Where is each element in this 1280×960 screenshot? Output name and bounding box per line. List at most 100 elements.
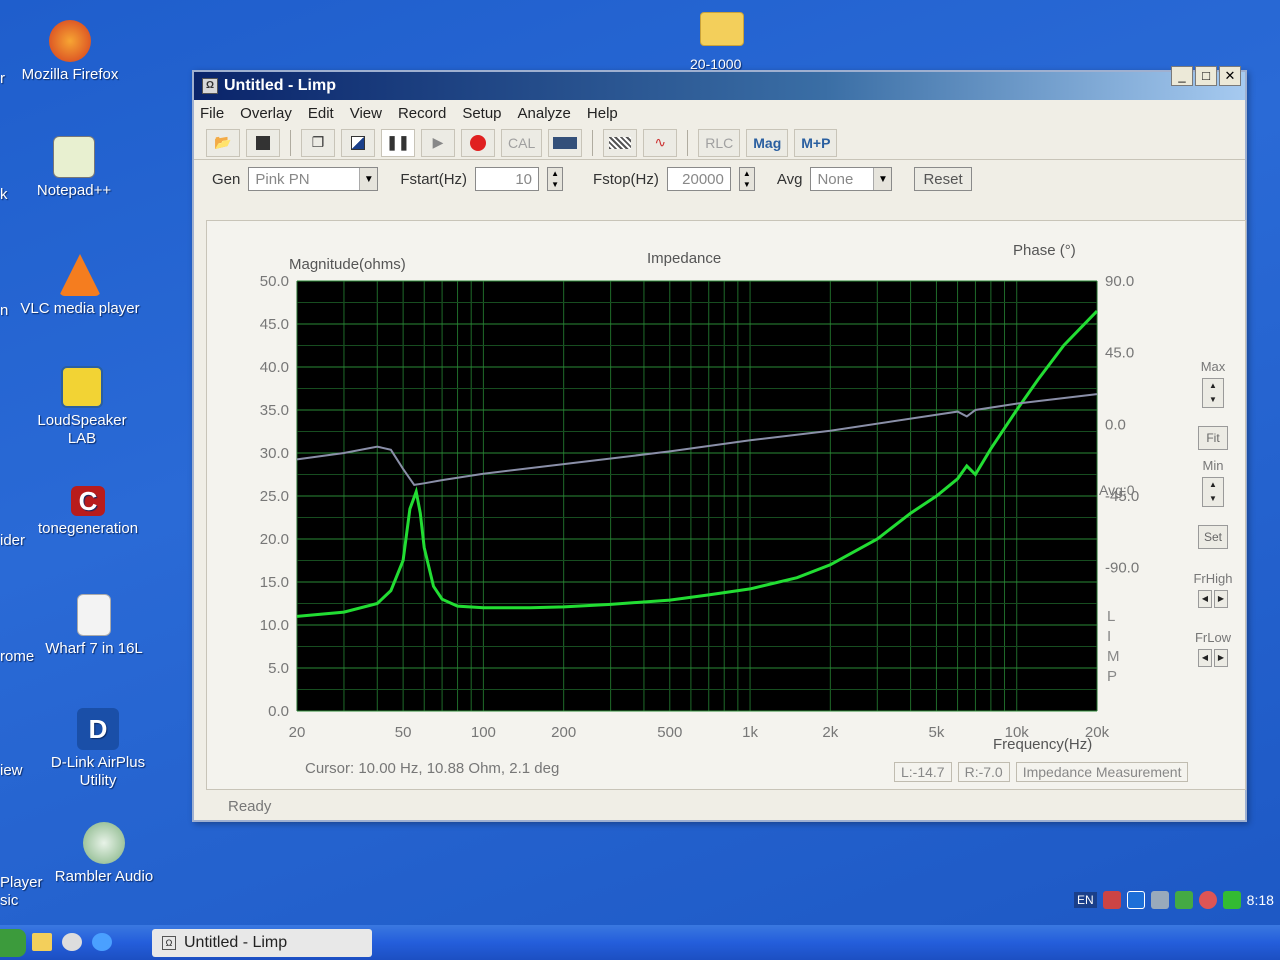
limp-side-text: LIMP bbox=[1107, 608, 1120, 685]
fit-button[interactable]: Fit bbox=[1198, 426, 1228, 450]
gen-value: Pink PN bbox=[255, 170, 310, 188]
gen-select[interactable]: Pink PN ▼ bbox=[248, 167, 379, 191]
edge-label: Player bbox=[0, 874, 43, 891]
quick-launch-folder-icon[interactable] bbox=[32, 933, 52, 951]
desktop-icon-label: Mozilla Firefox bbox=[21, 66, 119, 83]
record-icon bbox=[470, 134, 486, 151]
contrast-button[interactable] bbox=[341, 128, 375, 157]
y-tick-label: 25.0 bbox=[260, 488, 289, 505]
y-tick-label: 15.0 bbox=[260, 574, 289, 591]
antivirus-icon[interactable] bbox=[1174, 891, 1193, 909]
desktop-icon-rambler-audio[interactable]: Rambler Audio bbox=[44, 822, 164, 886]
menu-edit[interactable]: Edit bbox=[308, 105, 334, 122]
mag-button[interactable]: Mag bbox=[746, 128, 789, 157]
x-tick-label: 10k bbox=[1005, 724, 1030, 741]
desktop-icon-tonegeneration[interactable]: C tonegeneration bbox=[28, 486, 148, 538]
maximize-button[interactable]: □ bbox=[1195, 66, 1217, 86]
pause-icon: ❚❚ bbox=[386, 134, 410, 150]
fstop-value: 20000 bbox=[682, 170, 724, 188]
dropdown-arrow-icon[interactable]: ▼ bbox=[873, 168, 892, 190]
frhigh-stepper[interactable]: ◀ ▶ bbox=[1185, 590, 1241, 608]
window-titlebar[interactable]: Ω Untitled - Limp bbox=[194, 72, 1245, 100]
minimize-button[interactable]: _ bbox=[1171, 66, 1193, 86]
record-button[interactable] bbox=[461, 128, 495, 157]
taskbar-window-button[interactable]: Ω Untitled - Limp bbox=[152, 929, 372, 957]
desktop-icon-wharf[interactable]: Wharf 7 in 16L bbox=[34, 594, 154, 658]
min-spinner[interactable]: ▲ ▼ bbox=[1202, 477, 1224, 507]
fstop-spinner[interactable]: ▲ ▼ bbox=[738, 167, 755, 191]
desktop-icon-vlc[interactable]: VLC media player bbox=[20, 254, 140, 318]
menu-record[interactable]: Record bbox=[398, 105, 446, 122]
fstop-input[interactable]: 20000 bbox=[666, 167, 731, 191]
status-r-value: R:-7.0 bbox=[957, 762, 1010, 782]
cal-button[interactable]: CAL bbox=[501, 128, 543, 157]
desktop-icon-label: tonegeneration bbox=[37, 520, 139, 537]
fstart-spinner[interactable]: ▲ ▼ bbox=[547, 167, 564, 191]
frlow-stepper[interactable]: ◀ ▶ bbox=[1185, 649, 1241, 667]
desktop-icon-loudspeaker-lab[interactable]: LoudSpeaker LAB bbox=[22, 366, 142, 448]
menu-help[interactable]: Help bbox=[587, 105, 618, 122]
desktop-icon-label: Notepad++ bbox=[36, 182, 112, 199]
shield-icon[interactable] bbox=[1198, 891, 1217, 909]
save-button[interactable] bbox=[246, 128, 280, 157]
desktop-icon-firefox[interactable]: Mozilla Firefox bbox=[10, 20, 130, 84]
right-arrow-icon[interactable]: ▶ bbox=[1214, 590, 1228, 608]
quick-launch-ie-icon[interactable] bbox=[92, 933, 112, 951]
update-icon[interactable] bbox=[1222, 891, 1241, 909]
y2-tick-label: 90.0 bbox=[1105, 273, 1134, 290]
fstart-input[interactable]: 10 bbox=[475, 167, 540, 191]
monitor-icon bbox=[553, 136, 578, 149]
desktop-icon-dlink[interactable]: D D-Link AirPlus Utility bbox=[38, 708, 158, 790]
menu-overlay[interactable]: Overlay bbox=[240, 105, 292, 122]
max-spinner[interactable]: ▲ ▼ bbox=[1202, 378, 1224, 408]
edge-label: iew bbox=[0, 762, 23, 779]
folder-icon[interactable] bbox=[700, 12, 744, 46]
x-tick-label: 20k bbox=[1085, 724, 1110, 741]
copy-button[interactable]: ❐ bbox=[301, 128, 335, 157]
taskbar-window-label: Untitled - Limp bbox=[184, 934, 288, 951]
x-tick-label: 50 bbox=[395, 724, 412, 741]
play-button[interactable]: ▶ bbox=[421, 128, 455, 157]
left-arrow-icon[interactable]: ◀ bbox=[1198, 649, 1212, 667]
reset-button[interactable]: Reset bbox=[914, 167, 972, 191]
notepad-icon bbox=[53, 136, 95, 178]
open-button[interactable]: 📂 bbox=[206, 128, 240, 157]
frhigh-label: FrHigh bbox=[1193, 571, 1233, 586]
right-arrow-icon[interactable]: ▶ bbox=[1214, 649, 1228, 667]
quick-launch-search-icon[interactable] bbox=[62, 933, 82, 951]
pause-button[interactable]: ❚❚ bbox=[381, 128, 415, 157]
set-button[interactable]: Set bbox=[1198, 525, 1228, 549]
close-button[interactable]: ✕ bbox=[1219, 66, 1241, 86]
menu-analyze[interactable]: Analyze bbox=[518, 105, 571, 122]
language-indicator[interactable]: EN bbox=[1074, 892, 1097, 908]
dropdown-arrow-icon[interactable]: ▼ bbox=[359, 168, 378, 190]
menu-file[interactable]: File bbox=[200, 105, 224, 122]
system-tray: EN 8:18 bbox=[1074, 880, 1280, 920]
mp-button[interactable]: M+P bbox=[794, 128, 838, 157]
start-button[interactable] bbox=[0, 929, 26, 957]
avg-select[interactable]: None ▼ bbox=[810, 167, 893, 191]
monitor-button[interactable] bbox=[548, 128, 583, 157]
rlc-button[interactable]: RLC bbox=[698, 128, 741, 157]
impedance-chart[interactable]: Magnitude(ohms) Impedance Phase (°) Freq… bbox=[207, 221, 1167, 781]
speaker-icon[interactable] bbox=[1150, 891, 1169, 909]
desktop-icon-notepadpp[interactable]: Notepad++ bbox=[14, 136, 134, 200]
chart-ylabel: Magnitude(ohms) bbox=[289, 256, 406, 273]
y-tick-label: 40.0 bbox=[260, 359, 289, 376]
menu-view[interactable]: View bbox=[350, 105, 382, 122]
status-l-value: L:-14.7 bbox=[894, 762, 952, 782]
menu-setup[interactable]: Setup bbox=[462, 105, 501, 122]
save-disk-icon bbox=[256, 135, 270, 150]
left-arrow-icon[interactable]: ◀ bbox=[1198, 590, 1212, 608]
hatch-button[interactable] bbox=[603, 128, 638, 157]
network-icon[interactable] bbox=[1102, 891, 1121, 909]
scale-control-panel: Max ▲ ▼ Fit Min ▲ ▼ Set FrHigh ◀ ▶ FrLow ◀ ▶ bbox=[1185, 351, 1241, 781]
y-tick-label: 30.0 bbox=[260, 445, 289, 462]
media-icon[interactable] bbox=[1126, 891, 1145, 909]
wave-button[interactable]: ∿ bbox=[643, 128, 678, 157]
max-label: Max bbox=[1200, 359, 1226, 374]
fstop-label: Fstop(Hz) bbox=[593, 170, 659, 188]
fstart-value: 10 bbox=[515, 170, 533, 188]
copy-icon: ❐ bbox=[311, 134, 325, 150]
quick-launch bbox=[32, 933, 112, 951]
